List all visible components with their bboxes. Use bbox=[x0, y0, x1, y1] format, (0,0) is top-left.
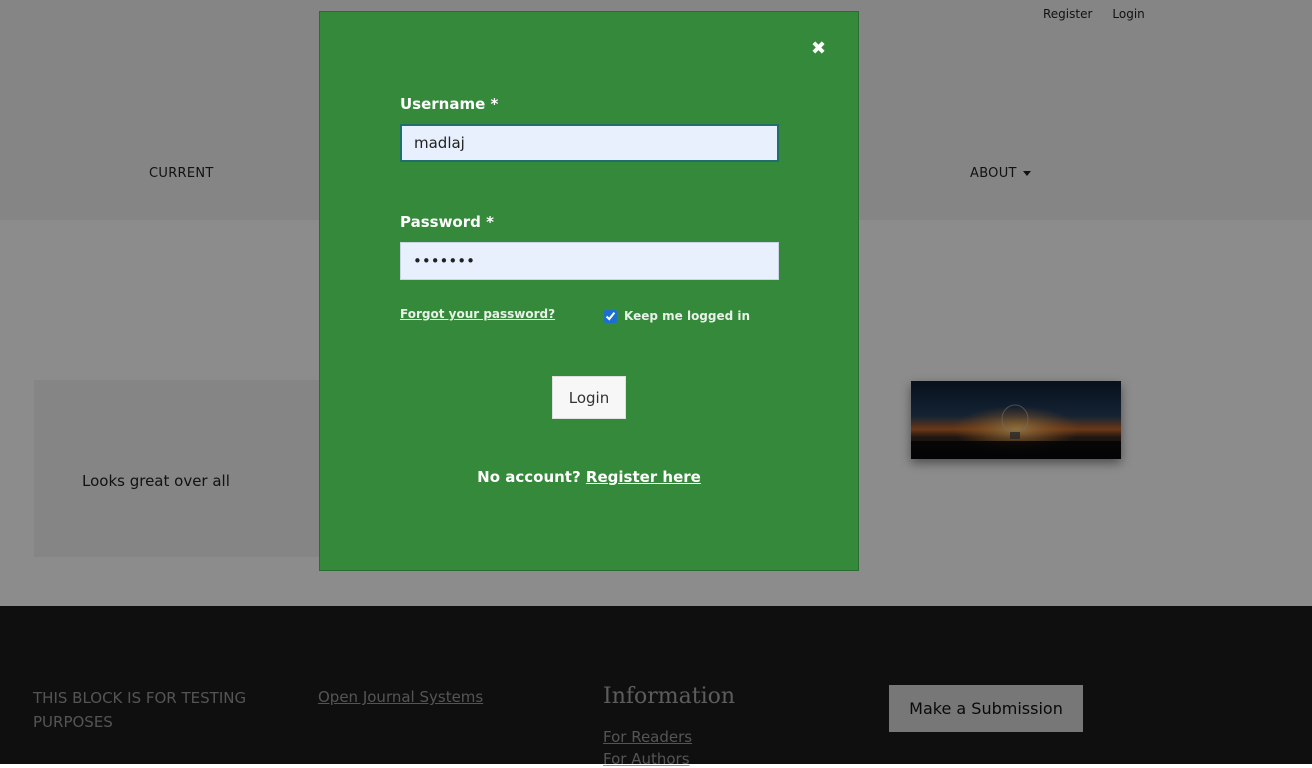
forgot-password-link[interactable]: Forgot your password? bbox=[400, 307, 555, 321]
close-icon[interactable]: ✖ bbox=[811, 38, 826, 59]
no-account-line: No account? Register here bbox=[320, 468, 858, 486]
username-label: Username * bbox=[400, 95, 499, 113]
remember-me[interactable]: Keep me logged in bbox=[604, 309, 750, 323]
login-button[interactable]: Login bbox=[552, 376, 626, 419]
password-input[interactable] bbox=[400, 242, 779, 280]
no-account-text: No account? bbox=[477, 468, 581, 486]
login-modal: ✖ Username * Password * Forgot your pass… bbox=[319, 11, 859, 571]
username-input[interactable] bbox=[400, 124, 779, 162]
password-label: Password * bbox=[400, 213, 494, 231]
remember-checkbox[interactable] bbox=[604, 309, 617, 323]
remember-label: Keep me logged in bbox=[624, 309, 751, 323]
register-here-link[interactable]: Register here bbox=[586, 468, 701, 486]
